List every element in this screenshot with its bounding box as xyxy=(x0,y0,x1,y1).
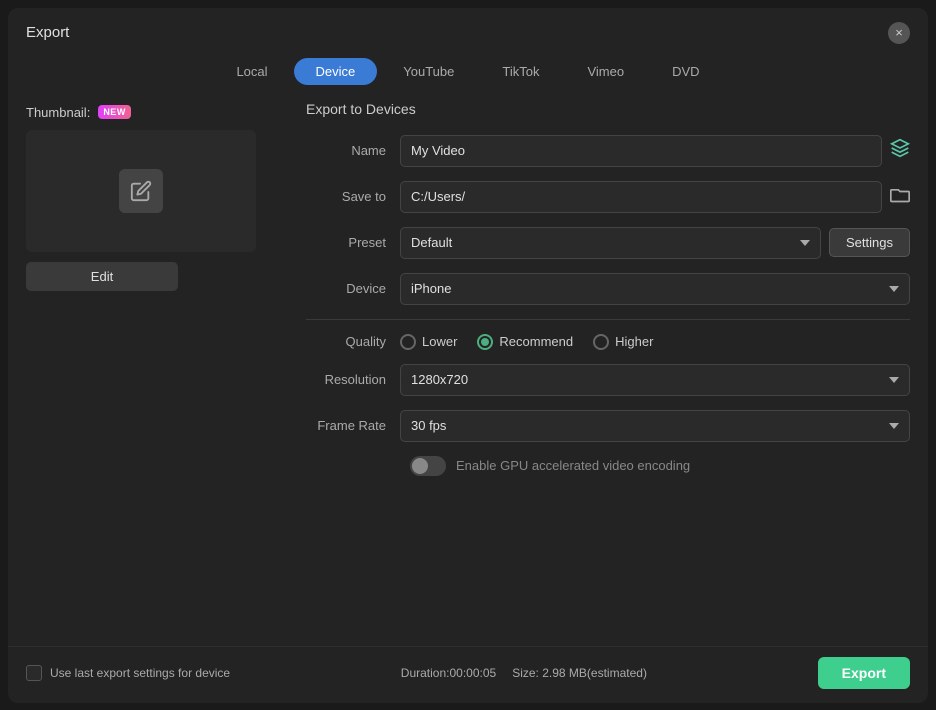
quality-lower-label: Lower xyxy=(422,334,457,349)
name-label: Name xyxy=(306,143,386,158)
frame-rate-select[interactable]: 30 fps 24 fps 60 fps xyxy=(400,410,910,442)
radio-recommend-dot xyxy=(481,338,489,346)
quality-label: Quality xyxy=(306,334,386,349)
resolution-label: Resolution xyxy=(306,372,386,387)
frame-rate-row: Frame Rate 30 fps 24 fps 60 fps xyxy=(306,410,910,442)
radio-higher-circle xyxy=(593,334,609,350)
size-value: 2.98 MB(estimated) xyxy=(542,666,647,680)
name-input[interactable] xyxy=(400,135,882,167)
gpu-toggle[interactable] xyxy=(410,456,446,476)
ai-icon-button[interactable] xyxy=(890,138,910,163)
preset-label: Preset xyxy=(306,235,386,250)
resolution-row: Resolution 1280x720 1920x1080 720x480 xyxy=(306,364,910,396)
tab-local[interactable]: Local xyxy=(214,58,289,85)
frame-rate-label: Frame Rate xyxy=(306,418,386,433)
main-content: Thumbnail: NEW Edit Export to Devices Na… xyxy=(8,97,928,646)
tab-device[interactable]: Device xyxy=(294,58,378,85)
settings-button[interactable]: Settings xyxy=(829,228,910,257)
device-select[interactable]: iPhone iPad Android Apple TV xyxy=(400,273,910,305)
quality-recommend[interactable]: Recommend xyxy=(477,334,573,350)
export-dialog: Export × Local Device YouTube TikTok Vim… xyxy=(8,8,928,703)
last-settings-label: Use last export settings for device xyxy=(50,666,230,680)
quality-higher[interactable]: Higher xyxy=(593,334,653,350)
tabs-row: Local Device YouTube TikTok Vimeo DVD xyxy=(8,54,928,97)
tab-vimeo[interactable]: Vimeo xyxy=(565,58,646,85)
gpu-label: Enable GPU accelerated video encoding xyxy=(456,458,690,473)
quality-higher-label: Higher xyxy=(615,334,653,349)
quality-lower[interactable]: Lower xyxy=(400,334,457,350)
preset-row: Preset Default Custom Settings xyxy=(306,227,910,259)
size-label: Size: xyxy=(512,666,539,680)
thumbnail-icon xyxy=(119,169,163,213)
close-button[interactable]: × xyxy=(888,22,910,44)
divider xyxy=(306,319,910,320)
thumbnail-label-row: Thumbnail: NEW xyxy=(26,105,131,120)
toggle-knob xyxy=(412,458,428,474)
device-row: Device iPhone iPad Android Apple TV xyxy=(306,273,910,305)
thumbnail-label: Thumbnail: xyxy=(26,105,90,120)
preset-select[interactable]: Default Custom xyxy=(400,227,821,259)
last-settings-checkbox[interactable] xyxy=(26,665,42,681)
footer-left: Use last export settings for device xyxy=(26,665,230,681)
tab-dvd[interactable]: DVD xyxy=(650,58,721,85)
radio-recommend-circle xyxy=(477,334,493,350)
new-badge: NEW xyxy=(98,105,131,119)
export-button[interactable]: Export xyxy=(818,657,910,689)
export-to-title: Export to Devices xyxy=(306,101,910,117)
save-to-label: Save to xyxy=(306,189,386,204)
dialog-title: Export xyxy=(26,24,69,41)
size-stat: Size: 2.98 MB(estimated) xyxy=(512,666,647,680)
quality-row: Quality Lower Recommend Higher xyxy=(306,334,910,350)
radio-lower-circle xyxy=(400,334,416,350)
quality-recommend-label: Recommend xyxy=(499,334,573,349)
footer-center: Duration:00:00:05 Size: 2.98 MB(estimate… xyxy=(401,666,647,680)
save-to-row: Save to xyxy=(306,181,910,213)
save-to-input[interactable] xyxy=(400,181,882,213)
footer: Use last export settings for device Dura… xyxy=(8,646,928,703)
folder-button[interactable] xyxy=(890,185,910,208)
tab-tiktok[interactable]: TikTok xyxy=(480,58,561,85)
name-row: Name xyxy=(306,135,910,167)
duration-stat: Duration:00:00:05 xyxy=(401,666,496,680)
resolution-select[interactable]: 1280x720 1920x1080 720x480 xyxy=(400,364,910,396)
device-label: Device xyxy=(306,281,386,296)
ai-icon xyxy=(890,138,910,163)
title-bar: Export × xyxy=(8,8,928,54)
right-panel: Export to Devices Name Save xyxy=(306,97,910,636)
left-panel: Thumbnail: NEW Edit xyxy=(26,97,306,636)
duration-value: 00:00:05 xyxy=(449,666,496,680)
edit-button[interactable]: Edit xyxy=(26,262,178,291)
duration-label: Duration: xyxy=(401,666,450,680)
quality-options: Lower Recommend Higher xyxy=(400,334,653,350)
tab-youtube[interactable]: YouTube xyxy=(381,58,476,85)
gpu-toggle-row: Enable GPU accelerated video encoding xyxy=(306,456,910,476)
thumbnail-preview xyxy=(26,130,256,252)
